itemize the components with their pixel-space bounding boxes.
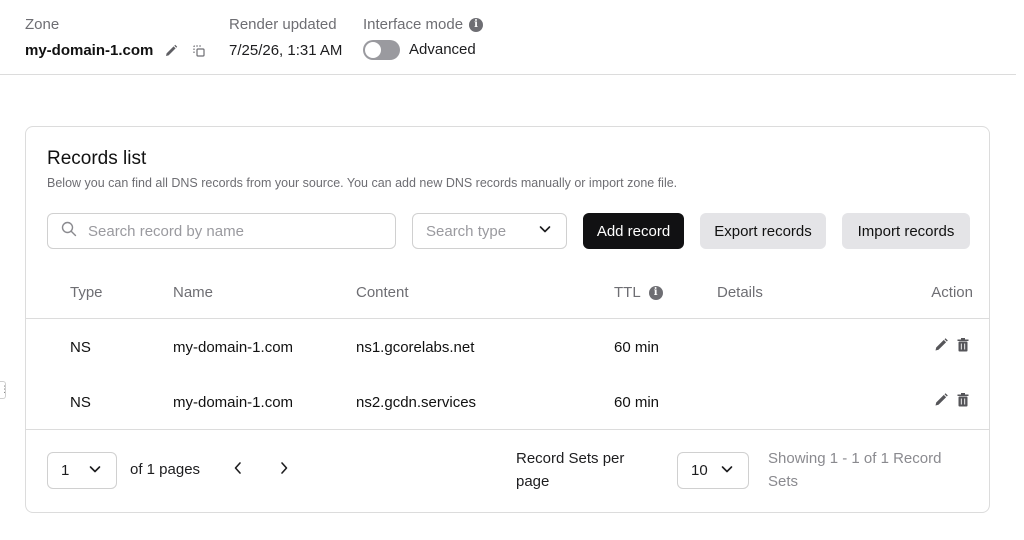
records-title: Records list <box>47 148 147 169</box>
chevron-left-icon <box>232 461 244 480</box>
page-select[interactable]: 1 <box>47 452 117 489</box>
cell-ttl: 60 min <box>614 394 660 411</box>
type-select-placeholder: Search type <box>426 222 507 240</box>
per-page-label: Record Sets per page <box>516 450 625 490</box>
column-name: Name <box>173 284 214 301</box>
pencil-icon[interactable] <box>933 392 949 408</box>
column-action: Action <box>931 284 973 301</box>
column-content: Content <box>356 284 409 301</box>
records-subtitle: Below you can find all DNS records from … <box>47 176 678 190</box>
ttl-info-icon[interactable]: i <box>648 285 663 300</box>
zone-name: my-domain-1.com <box>25 42 154 59</box>
of-pages-label: of 1 pages <box>130 461 201 478</box>
cell-name: my-domain-1.com <box>173 394 294 411</box>
zone-header: Zone my-domain-1.com Render updated 7/25… <box>0 0 1016 75</box>
per-page-value: 10 <box>691 462 708 479</box>
chevron-right-icon <box>278 461 290 480</box>
search-icon <box>61 221 77 242</box>
column-ttl: TTL i <box>614 284 663 301</box>
records-card: Records list Below you can find all DNS … <box>25 126 990 513</box>
export-records-button[interactable]: Export records <box>700 213 826 249</box>
pagination-footer: 1 of 1 pages Record Sets per page 10 Sho… <box>26 431 989 512</box>
search-box[interactable] <box>47 213 396 249</box>
row-actions <box>933 337 971 353</box>
toggle-knob <box>365 42 381 58</box>
pencil-icon[interactable] <box>933 337 949 353</box>
page-select-value: 1 <box>61 462 70 479</box>
copy-icon[interactable] <box>191 43 207 59</box>
mode-label-row: Interface mode i <box>363 16 484 34</box>
column-details: Details <box>717 284 763 301</box>
zone-label: Zone <box>25 16 60 33</box>
table-header: Type Name Content TTL i Details Action <box>26 275 989 319</box>
per-page-select[interactable]: 10 <box>677 452 749 489</box>
trash-icon[interactable] <box>955 337 971 353</box>
cell-ttl: 60 min <box>614 339 660 356</box>
chevron-down-icon <box>538 222 552 240</box>
prev-page-button[interactable] <box>228 460 248 480</box>
drag-handle[interactable]: ⋮ <box>0 381 9 399</box>
column-type: Type <box>70 284 103 301</box>
zone-value: my-domain-1.com <box>25 42 207 60</box>
cell-content: ns2.gcdn.services <box>356 394 477 411</box>
cell-name: my-domain-1.com <box>173 339 294 356</box>
table-row: NS my-domain-1.com ns2.gcdn.services 60 … <box>26 375 989 430</box>
next-page-button[interactable] <box>274 460 294 480</box>
cell-type: NS <box>70 394 91 411</box>
add-record-button[interactable]: Add record <box>583 213 684 249</box>
pencil-icon[interactable] <box>163 43 179 59</box>
cell-type: NS <box>70 339 91 356</box>
mode-column: Interface mode i Advanced <box>363 16 484 60</box>
column-ttl-label: TTL <box>614 284 641 301</box>
mode-value-row: Advanced <box>363 40 483 60</box>
showing-summary: Showing 1 - 1 of 1 Record Sets <box>768 450 942 490</box>
render-value: 7/25/26, 1:31 AM <box>229 42 343 59</box>
import-records-button[interactable]: Import records <box>842 213 970 249</box>
type-select[interactable]: Search type <box>412 213 567 249</box>
interface-mode-toggle[interactable] <box>363 40 400 60</box>
render-label: Render updated <box>229 16 337 33</box>
trash-icon[interactable] <box>955 392 971 408</box>
render-column: Render updated 7/25/26, 1:31 AM <box>229 16 342 60</box>
search-input[interactable] <box>88 222 368 240</box>
cell-content: ns1.gcorelabs.net <box>356 339 475 356</box>
chevron-down-icon <box>720 462 734 480</box>
table-row: NS my-domain-1.com ns1.gcorelabs.net 60 … <box>26 320 989 375</box>
chevron-down-icon <box>88 462 102 480</box>
zone-column: Zone my-domain-1.com <box>25 16 207 60</box>
mode-label: Interface mode <box>363 16 464 33</box>
info-icon[interactable]: i <box>469 18 484 33</box>
mode-value: Advanced <box>409 41 476 58</box>
row-actions <box>933 392 971 408</box>
